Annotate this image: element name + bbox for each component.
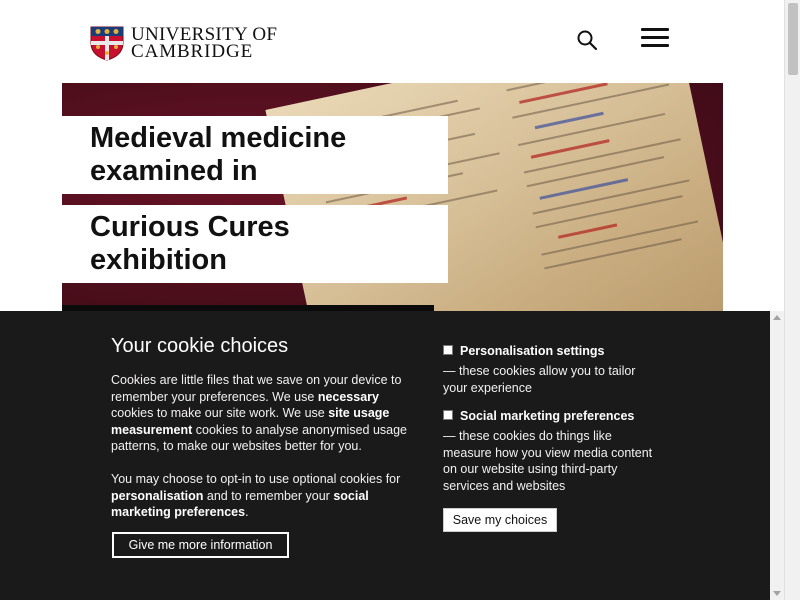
more-information-button[interactable]: Give me more information xyxy=(112,532,289,558)
hamburger-bar xyxy=(641,36,669,39)
personalisation-option: Personalisation settings — these cookies… xyxy=(443,343,663,396)
cookie-banner: Your cookie choices Cookies are little f… xyxy=(0,311,784,600)
hero-title-line-2: Curious Cures exhibition xyxy=(90,211,290,276)
save-choices-button[interactable]: Save my choices xyxy=(443,508,557,532)
cookie-optin-text: . xyxy=(245,505,249,520)
cookie-heading: Your cookie choices xyxy=(111,335,289,357)
social-marketing-label[interactable]: Social marketing preferences xyxy=(460,408,634,424)
search-icon xyxy=(577,30,598,51)
personalisation-description: — these cookies allow you to tailor your… xyxy=(443,364,636,395)
cookie-optin-text: and to remember your xyxy=(203,488,334,503)
site-header: UNIVERSITY OF CAMBRIDGE xyxy=(0,0,784,83)
necessary-cookies-term: necessary xyxy=(317,389,379,404)
hamburger-bar xyxy=(641,44,669,47)
university-wordmark: UNIVERSITY OF CAMBRIDGE xyxy=(131,25,277,62)
page-scrollbar-thumb[interactable] xyxy=(788,3,798,75)
personalisation-checkbox[interactable] xyxy=(443,345,453,355)
cookie-optin-paragraph: You may choose to opt-in to use optional… xyxy=(111,471,421,521)
cookie-optin-text: You may choose to opt-in to use optional… xyxy=(111,472,401,486)
hamburger-menu-icon xyxy=(641,28,669,31)
social-marketing-checkbox[interactable] xyxy=(443,410,453,420)
scroll-up-arrow-icon[interactable] xyxy=(773,315,781,320)
hero-title-part-1[interactable]: Medieval medicine examined in xyxy=(62,116,448,194)
cookie-intro-text: cookies to make our site work. We use xyxy=(111,406,329,421)
search-button[interactable] xyxy=(574,27,600,53)
hero-title-line-1: Medieval medicine examined in xyxy=(90,122,347,187)
cookie-intro-paragraph: Cookies are little files that we save on… xyxy=(111,372,421,455)
page-scrollbar[interactable] xyxy=(784,0,800,600)
university-logo-link[interactable]: UNIVERSITY OF CAMBRIDGE xyxy=(89,25,277,61)
hamburger-menu-button[interactable] xyxy=(641,28,669,50)
cookie-banner-scrollbar[interactable] xyxy=(770,311,784,600)
university-shield-icon xyxy=(90,26,124,61)
social-marketing-option: Social marketing preferences — these coo… xyxy=(443,408,663,494)
hero-title-part-2[interactable]: Curious Cures exhibition xyxy=(62,205,448,283)
personalisation-term: personalisation xyxy=(111,488,204,503)
logo-line-2: CAMBRIDGE xyxy=(131,41,254,62)
social-marketing-description: — these cookies do things like measure h… xyxy=(443,429,653,493)
personalisation-label[interactable]: Personalisation settings xyxy=(460,343,604,359)
hero-banner[interactable]: Medieval medicine examined in Curious Cu… xyxy=(62,83,723,323)
scroll-down-arrow-icon[interactable] xyxy=(773,591,781,596)
